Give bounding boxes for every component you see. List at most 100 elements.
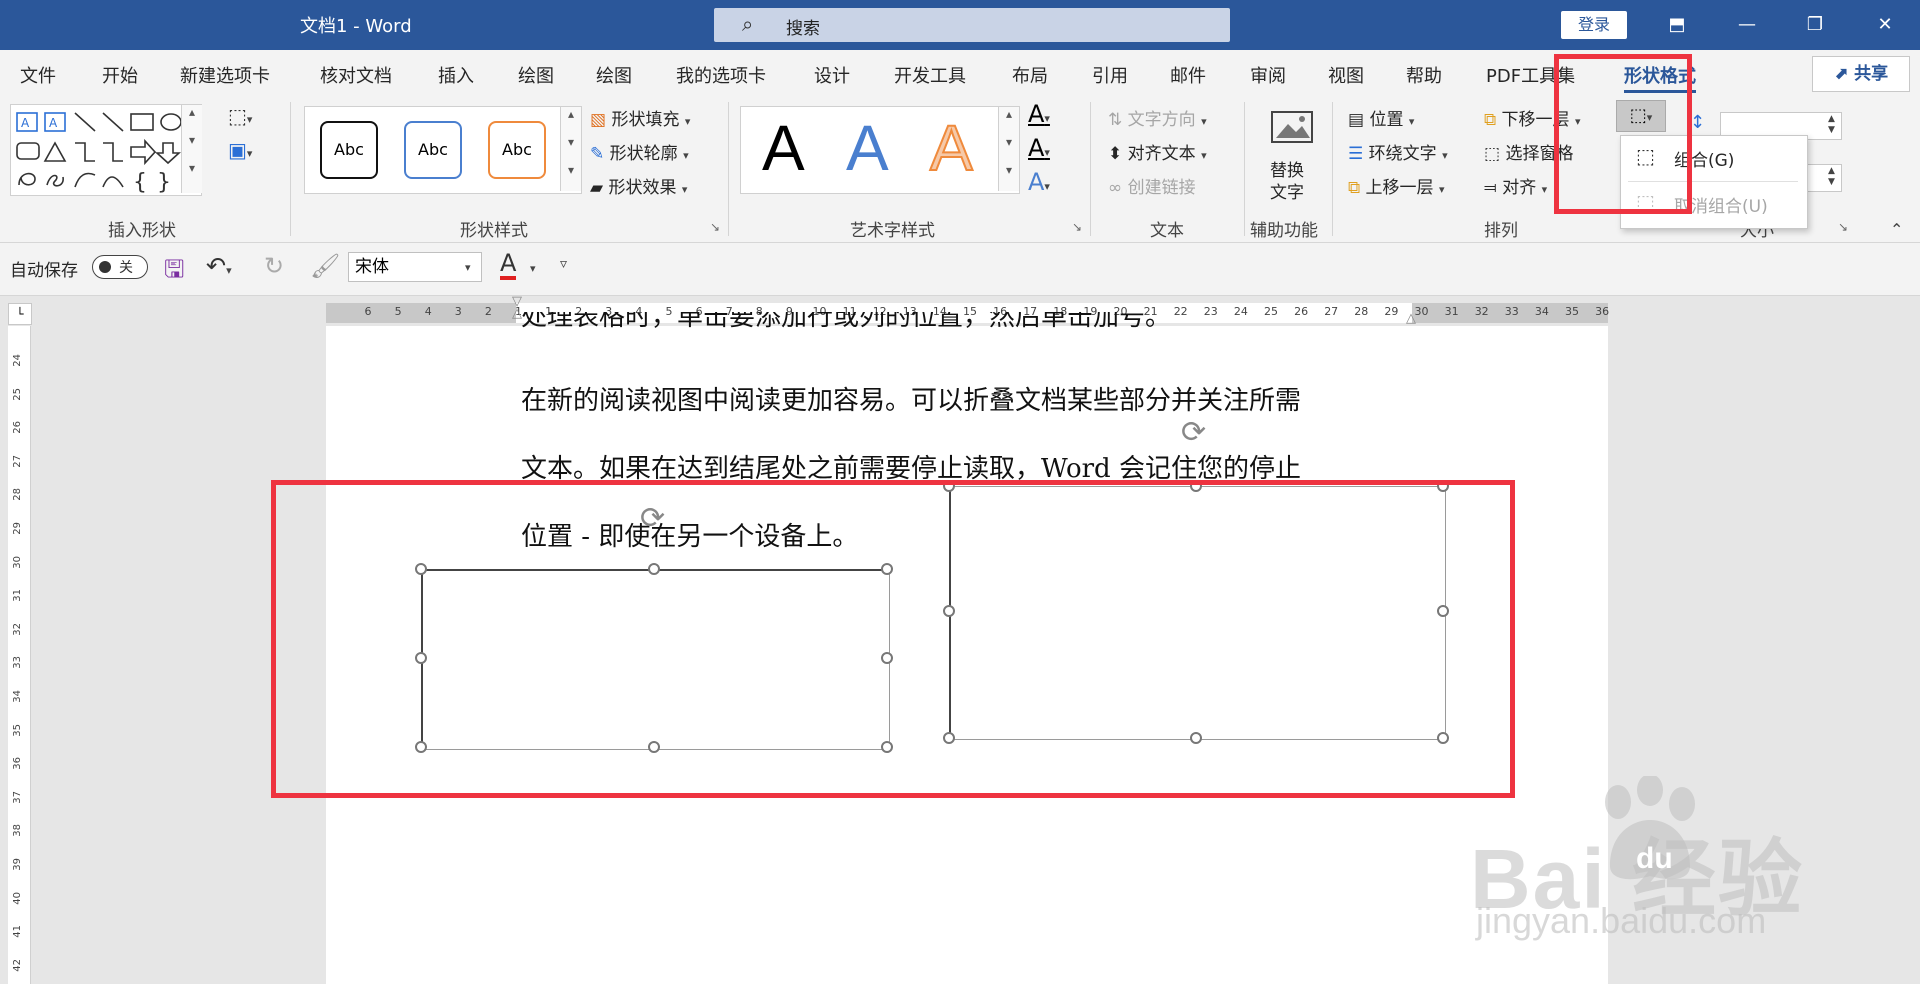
text-fill-icon[interactable]: A▾ <box>1028 100 1050 128</box>
position-label: 位置 <box>1369 110 1404 130</box>
dialog-launcher-icon[interactable]: ↘ <box>1072 220 1082 234</box>
customize-qat-icon[interactable]: ▿ <box>560 256 567 272</box>
ruler-number: 39 <box>12 858 23 871</box>
search-box[interactable]: ⌕ 搜索 <box>714 8 1230 42</box>
tab-review[interactable]: 审阅 <box>1250 62 1286 88</box>
tab-draw-2[interactable]: 绘图 <box>596 62 632 88</box>
ruler-number: 22 <box>1173 305 1188 318</box>
shape-fill-button[interactable]: ▧ 形状填充 ▾ <box>590 105 690 130</box>
bring-forward-button[interactable]: ⧉ 上移一层 ▾ <box>1348 173 1444 198</box>
font-color-icon[interactable]: A <box>500 250 517 280</box>
width-spinner[interactable]: ▲ ▼ <box>1828 166 1835 188</box>
align-text-button[interactable]: ⬍ 对齐文本 ▾ <box>1108 139 1207 164</box>
ribbon-separator <box>1090 102 1091 236</box>
tab-references[interactable]: 引用 <box>1092 62 1128 88</box>
font-color-dropdown-icon[interactable]: ▾ <box>530 262 536 275</box>
ruler-number: 29 <box>12 522 23 535</box>
tab-home[interactable]: 开始 <box>102 62 138 88</box>
shape-style-blue[interactable]: Abc <box>404 121 462 179</box>
close-icon[interactable]: ✕ <box>1862 8 1908 42</box>
wordart-style-blue[interactable]: A <box>846 112 889 184</box>
tab-new-tab[interactable]: 新建选项卡 <box>180 62 270 88</box>
ribbon-separator <box>290 102 291 236</box>
tab-review-doc[interactable]: 核对文档 <box>320 62 392 88</box>
shape-effects-button[interactable]: ▰ 形状效果 ▾ <box>590 173 687 198</box>
tab-file[interactable]: 文件 <box>20 62 56 88</box>
edit-shape-icon[interactable]: ⬚▾ <box>228 104 252 128</box>
tab-my-tab[interactable]: 我的选项卡 <box>676 62 766 88</box>
ruler-number: 38 <box>12 824 23 838</box>
text-effects-icon[interactable]: A▾ <box>1028 168 1050 196</box>
login-button[interactable]: 登录 <box>1561 11 1627 39</box>
collapse-ribbon-icon[interactable]: ⌃ <box>1890 220 1903 239</box>
text-direction-label: 文字方向 <box>1127 110 1196 130</box>
rotate-handle-icon[interactable]: ⟳ <box>1181 418 1206 448</box>
paragraph-line-partial[interactable]: 处理表格时，单击要添加行或列的位置，然后单击加号。 <box>521 312 1171 332</box>
text-direction-icon: ⇅ <box>1108 110 1123 130</box>
right-indent-marker[interactable]: △ <box>1406 311 1416 326</box>
wordart-style-black[interactable]: A <box>762 112 805 184</box>
autosave-state: 关 <box>119 260 133 276</box>
shapes-gallery-scroll[interactable]: ▴ ▾ ▾ <box>181 105 202 193</box>
alt-text-icon[interactable] <box>1268 108 1316 148</box>
align-button[interactable]: ⫤ 对齐 ▾ <box>1484 173 1547 198</box>
selection-pane-icon: ⬚ <box>1484 144 1501 164</box>
shape-style-black[interactable]: Abc <box>320 121 378 179</box>
share-button[interactable]: ⬈ 共享 <box>1812 56 1910 92</box>
ribbon-display-options-icon[interactable]: ⬒ <box>1654 8 1700 42</box>
vertical-ruler-numbers: 24 25 26 27 28 29 30 31 32 33 34 35 36 37 38 39 40 41 42 <box>8 326 30 984</box>
bring-forward-icon: ⧉ <box>1348 178 1361 198</box>
align-label: 对齐 <box>1502 178 1537 198</box>
ruler-number: 36 <box>12 757 23 770</box>
format-painter-icon[interactable]: 🖌 <box>310 252 340 280</box>
draw-textbox-icon[interactable]: ▣▾ <box>228 138 252 162</box>
height-spinner[interactable]: ▲ ▼ <box>1828 114 1835 136</box>
shape-style-orange[interactable]: Abc <box>488 121 546 179</box>
dialog-launcher-icon[interactable]: ↘ <box>710 220 720 234</box>
annotation-highlight-shapes <box>271 480 1515 798</box>
document-title: 文档1 - Word <box>300 16 412 37</box>
restore-icon[interactable]: ❐ <box>1792 8 1838 42</box>
text-outline-icon[interactable]: A▾ <box>1028 134 1050 162</box>
shape-height-icon: ↕ <box>1690 112 1706 133</box>
group-label-arrange: 排列 <box>1484 221 1518 241</box>
tab-insert[interactable]: 插入 <box>438 62 474 88</box>
position-icon: ▤ <box>1348 110 1365 130</box>
autosave-toggle[interactable]: 关 <box>92 255 148 279</box>
ribbon-separator <box>1244 102 1245 236</box>
paint-bucket-icon: ▧ <box>590 110 607 130</box>
wordart-scroll[interactable]: ▴ ▾ ▾ <box>998 107 1019 191</box>
save-icon[interactable]: 🖫 <box>164 252 184 293</box>
tab-design[interactable]: 设计 <box>814 62 850 88</box>
wrap-text-button[interactable]: ☰ 环绕文字 ▾ <box>1348 139 1448 164</box>
tab-layout[interactable]: 布局 <box>1012 62 1048 88</box>
tab-help[interactable]: 帮助 <box>1406 62 1442 88</box>
alt-text-label-2[interactable]: 文字 <box>1270 178 1304 203</box>
undo-icon[interactable]: ↶▾ <box>206 252 232 280</box>
shape-outline-button[interactable]: ✎ 形状轮廓 ▾ <box>590 139 689 164</box>
redo-icon[interactable]: ↻ <box>264 252 284 280</box>
create-link-button[interactable]: ∞ 创建链接 <box>1108 173 1196 198</box>
align-icon: ⫤ <box>1484 178 1497 198</box>
send-backward-icon: ⧉ <box>1484 110 1497 130</box>
paragraph-line-1[interactable]: 在新的阅读视图中阅读更加容易。可以折叠文档某些部分并关注所需 <box>521 380 1301 417</box>
tab-view[interactable]: 视图 <box>1328 62 1364 88</box>
ruler-number: 30 <box>1414 305 1429 318</box>
tab-developer[interactable]: 开发工具 <box>894 62 966 88</box>
ruler-number: 32 <box>1474 305 1489 318</box>
ruler-number: 26 <box>1294 305 1309 318</box>
minimize-icon[interactable]: — <box>1724 8 1770 42</box>
group-label-wordart-styles: 艺术字样式 <box>850 221 935 241</box>
tab-selector-icon[interactable]: └ <box>8 303 32 325</box>
shape-styles-scroll[interactable]: ▴ ▾ ▾ <box>560 107 581 191</box>
text-direction-button[interactable]: ⇅ 文字方向 ▾ <box>1108 105 1207 130</box>
position-button[interactable]: ▤ 位置 ▾ <box>1348 105 1414 130</box>
share-label: 共享 <box>1854 64 1889 84</box>
ruler-number: 30 <box>12 555 23 569</box>
tab-mailings[interactable]: 邮件 <box>1170 62 1206 88</box>
dialog-launcher-icon[interactable]: ↘ <box>1838 220 1848 234</box>
font-name-select[interactable]: 宋体 ▾ <box>348 252 482 282</box>
tab-draw-1[interactable]: 绘图 <box>518 62 554 88</box>
shapes-gallery[interactable]: A A { } ▴ ▾ ▾ <box>10 104 202 196</box>
wordart-style-orange[interactable]: A <box>929 111 974 185</box>
